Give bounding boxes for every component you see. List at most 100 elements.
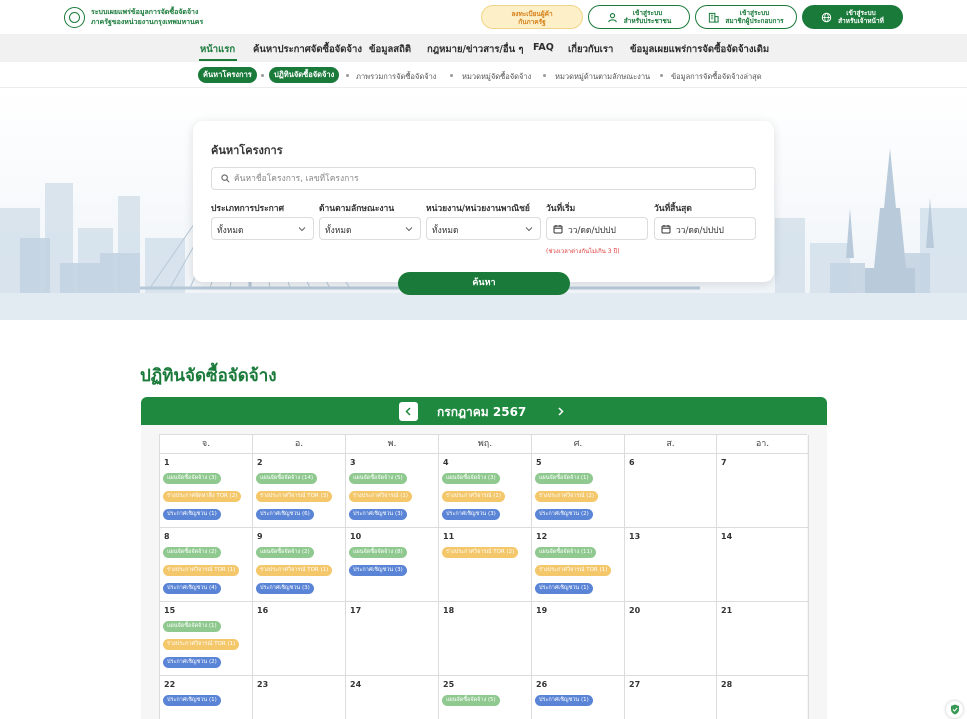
calendar-event-green[interactable]: แผนจัดซื้อจัดจ้าง (2) — [256, 547, 314, 558]
staff-login-button[interactable]: เข้าสู่ระบบ สำหรับเจ้าหน้าที่ — [802, 5, 903, 29]
calendar-day-cell[interactable]: 28 — [717, 676, 809, 719]
user-icon — [607, 12, 617, 22]
calendar-day-cell[interactable]: 9 แผนจัดซื้อจัดจ้าง (2) ร่างประกาศวิจารณ์ … — [253, 528, 346, 602]
nav-legacy-data[interactable]: ข้อมูลเผยแพร่การจัดซื้อจัดจ้างเดิม — [630, 42, 769, 57]
calendar-event-orange[interactable]: ร่างประกาศวิจารณ์ TOR (1) — [535, 565, 612, 576]
calendar-day-cell[interactable]: 2 แผนจัดซื้อจัดจ้าง (14) ร่างประกาศวิจารณ์… — [253, 454, 346, 528]
calendar-event-orange[interactable]: ร่างประกาศวิจารณ์ (1) — [349, 491, 413, 502]
calendar-event-blue[interactable]: ประกาศเชิญชวน (3) — [256, 583, 314, 594]
calendar-event-blue[interactable]: ประกาศเชิญชวน (1) — [535, 583, 593, 594]
calendar-event-blue[interactable]: ประกาศเชิญชวน (4) — [163, 583, 221, 594]
day-number: 8 — [164, 532, 170, 541]
calendar-event-blue[interactable]: ประกาศเชิญชวน (3) — [349, 565, 407, 576]
calendar-event-blue[interactable]: ประกาศเชิญชวน (1) — [163, 695, 221, 706]
calendar-event-orange[interactable]: ร่างประกาศวิจารณ์ TOR (2) — [442, 547, 519, 558]
calendar-day-cell[interactable]: 22 ประกาศเชิญชวน (1) — [160, 676, 253, 719]
calendar-event-orange[interactable]: ร่างประกาศวิจารณ์ TOR (1) — [256, 565, 333, 576]
calendar-event-green[interactable]: แผนจัดซื้อจัดจ้าง (5) — [442, 695, 500, 706]
calendar-event-green[interactable]: แผนจัดซื้อจัดจ้าง (3) — [442, 473, 500, 484]
nav-statistics[interactable]: ข้อมูลสถิติ — [369, 42, 411, 57]
calendar-day-cell[interactable]: 7 — [717, 454, 809, 528]
calendar-day-cell[interactable]: 4 แผนจัดซื้อจัดจ้าง (3) ร่างประกาศวิจารณ์ … — [439, 454, 532, 528]
calendar-event-green[interactable]: แผนจัดซื้อจัดจ้าง (1) — [163, 621, 221, 632]
calendar-day-cell[interactable]: 23 — [253, 676, 346, 719]
search-button[interactable]: ค้นหา — [398, 272, 570, 295]
calendar-event-green[interactable]: แผนจัดซื้อจัดจ้าง (5) — [349, 473, 407, 484]
calendar-event-blue[interactable]: ประกาศเชิญชวน (6) — [256, 509, 314, 520]
calendar-day-cell[interactable]: 11 ร่างประกาศวิจารณ์ TOR (2) — [439, 528, 532, 602]
calendar-day-cell[interactable]: 12 แผนจัดซื้อจัดจ้าง (11) ร่างประกาศวิจารณ… — [532, 528, 625, 602]
calendar-day-cell[interactable]: 24 — [346, 676, 439, 719]
calendar-event-green[interactable]: แผนจัดซื้อจัดจ้าง (8) — [349, 547, 407, 558]
day-number: 5 — [536, 458, 542, 467]
shield-icon — [950, 704, 959, 715]
agency-select[interactable]: ทั้งหมด — [426, 217, 541, 240]
register-line1: ลงทะเบียนผู้ค้า — [511, 10, 553, 18]
citizen-login-button[interactable]: เข้าสู่ระบบ สำหรับประชาชน — [588, 5, 690, 29]
project-search-input[interactable] — [234, 170, 734, 187]
calendar-day-cell[interactable]: 14 — [717, 528, 809, 602]
calendar-day-cell[interactable]: 26 ประกาศเชิญชวน (1) — [532, 676, 625, 719]
subnav-calendar[interactable]: ปฏิทินจัดซื้อจัดจ้าง — [269, 67, 340, 83]
calendar-event-orange[interactable]: ร่างประกาศวิจารณ์ (2) — [535, 491, 599, 502]
end-date-input[interactable]: วว/ดด/ปปปป — [654, 217, 756, 240]
calendar-header: กรกฎาคม 2567 — [141, 397, 827, 425]
subnav-overview[interactable]: ภาพรวมการจัดซื้อจัดจ้าง — [356, 71, 436, 83]
calendar-day-cell[interactable]: 6 — [625, 454, 717, 528]
calendar-event-green[interactable]: แผนจัดซื้อจัดจ้าง (1) — [535, 473, 593, 484]
site-title[interactable]: ระบบเผยแพร่ข้อมูลการจัดซื้อจัดจ้าง ภาครั… — [91, 7, 203, 27]
project-search-box[interactable] — [211, 167, 756, 190]
calendar-event-orange[interactable]: ร่างประกาศวิจารณ์ (1) — [442, 491, 506, 502]
bangkok-seal-logo[interactable] — [64, 7, 85, 28]
calendar-event-green[interactable]: แผนจัดซื้อจัดจ้าง (14) — [256, 473, 318, 484]
calendar-event-blue[interactable]: ประกาศเชิญชวน (2) — [163, 657, 221, 668]
calendar-day-cell[interactable]: 13 — [625, 528, 717, 602]
calendar-event-orange[interactable]: ร่างประกาศจัดหาสิ่ง TOR (2) — [163, 491, 242, 502]
nav-law-news[interactable]: กฎหมาย/ข่าวสาร/อื่น ๆ — [427, 42, 524, 57]
calendar-event-orange[interactable]: ร่างประกาศวิจารณ์ TOR (1) — [163, 639, 240, 650]
calendar-event-blue[interactable]: ประกาศเชิญชวน (3) — [349, 509, 407, 520]
subnav-procurement-category[interactable]: หมวดหมู่จัดซื้อจัดจ้าง — [462, 71, 531, 83]
calendar-event-blue[interactable]: ประกาศเชิญชวน (2) — [535, 509, 593, 520]
calendar-day-cell[interactable]: 21 — [717, 602, 809, 676]
calendar-day-cell[interactable]: 25 แผนจัดซื้อจัดจ้าง (5) — [439, 676, 532, 719]
calendar-day-cell[interactable]: 18 — [439, 602, 532, 676]
calendar-event-blue[interactable]: ประกาศเชิญชวน (3) — [442, 509, 500, 520]
calendar-day-cell[interactable]: 5 แผนจัดซื้อจัดจ้าง (1) ร่างประกาศวิจารณ์ … — [532, 454, 625, 528]
nav-faq[interactable]: FAQ — [533, 42, 554, 53]
day-number: 3 — [350, 458, 356, 467]
calendar-day-cell[interactable]: 16 — [253, 602, 346, 676]
subnav-search-project[interactable]: ค้นหาโครงการ — [198, 67, 257, 83]
calendar-event-blue[interactable]: ประกาศเชิญชวน (1) — [163, 509, 221, 520]
announcement-type-select[interactable]: ทั้งหมด — [211, 217, 314, 240]
member-login-button[interactable]: เข้าสู่ระบบ สมาชิกผู้ประกอบการ — [695, 5, 797, 29]
day-number: 22 — [164, 680, 176, 689]
nav-home[interactable]: หน้าแรก — [200, 42, 235, 57]
calendar-event-green[interactable]: แผนจัดซื้อจัดจ้าง (2) — [163, 547, 221, 558]
register-vendor-button[interactable]: ลงทะเบียนผู้ค้า กับภาครัฐ — [481, 5, 583, 29]
calendar-day-cell[interactable]: 20 — [625, 602, 717, 676]
calendar-event-green[interactable]: แผนจัดซื้อจัดจ้าง (3) — [163, 473, 221, 484]
calendar-event-orange[interactable]: ร่างประกาศวิจารณ์ TOR (3) — [256, 491, 333, 502]
nav-about[interactable]: เกี่ยวกับเรา — [568, 42, 613, 57]
calendar-day-cell[interactable]: 1 แผนจัดซื้อจัดจ้าง (3) ร่างประกาศจัดหาสิ่… — [160, 454, 253, 528]
calendar-event-green[interactable]: แผนจัดซื้อจัดจ้าง (11) — [535, 547, 597, 558]
subnav-latest-data[interactable]: ข้อมูลการจัดซื้อจัดจ้างล่าสุด — [671, 71, 762, 83]
calendar-day-cell[interactable]: 27 — [625, 676, 717, 719]
calendar-event-blue[interactable]: ประกาศเชิญชวน (1) — [535, 695, 593, 706]
prev-month-button[interactable] — [399, 402, 418, 421]
calendar-day-cell[interactable]: 10 แผนจัดซื้อจัดจ้าง (8) ประกาศเชิญชวน (3) — [346, 528, 439, 602]
calendar-day-cell[interactable]: 3 แผนจัดซื้อจัดจ้าง (5) ร่างประกาศวิจารณ์ … — [346, 454, 439, 528]
calendar-day-cell[interactable]: 8 แผนจัดซื้อจัดจ้าง (2) ร่างประกาศวิจารณ์ … — [160, 528, 253, 602]
subnav-work-category[interactable]: หมวดหมู่ด้านตามลักษณะงาน — [555, 71, 650, 83]
calendar-day-cell[interactable]: 15 แผนจัดซื้อจัดจ้าง (1) ร่างประกาศวิจารณ์… — [160, 602, 253, 676]
work-category-select[interactable]: ทั้งหมด — [319, 217, 421, 240]
calendar-event-orange[interactable]: ร่างประกาศวิจารณ์ TOR (1) — [163, 565, 240, 576]
next-month-button[interactable] — [552, 403, 568, 419]
security-shield-badge[interactable] — [946, 701, 963, 718]
calendar-icon — [553, 225, 563, 234]
calendar-day-cell[interactable]: 19 — [532, 602, 625, 676]
calendar-day-cell[interactable]: 17 — [346, 602, 439, 676]
start-date-input[interactable]: วว/ดด/ปปปป — [546, 217, 648, 240]
nav-search-announcements[interactable]: ค้นหาประกาศจัดซื้อจัดจ้าง — [253, 42, 362, 57]
